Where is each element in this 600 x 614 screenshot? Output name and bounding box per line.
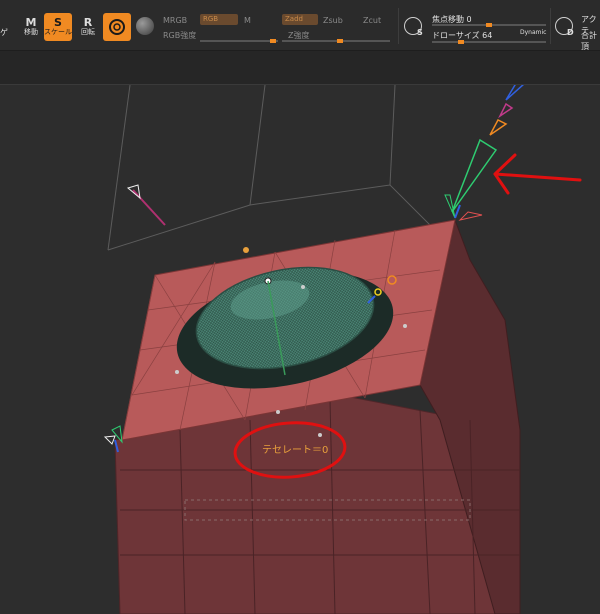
annotation-arrow (493, 153, 582, 195)
gizmo-tall-axis (451, 85, 525, 213)
draw-size-slider[interactable] (432, 40, 546, 44)
zcut-label[interactable]: Zcut (363, 16, 381, 25)
tessellate-label: テセレート＝0 (262, 445, 329, 456)
rotate-label: 回転 (81, 28, 95, 36)
gizmo-icon (109, 19, 125, 35)
scale-button[interactable]: S スケール (44, 13, 72, 41)
focal-shift-slider[interactable] (432, 23, 546, 27)
move-icon: M (25, 16, 37, 29)
rgb-intensity-slider[interactable] (200, 39, 278, 43)
mesh-scene[interactable] (0, 85, 600, 614)
move-button[interactable]: M 移動 (17, 13, 45, 41)
3d-viewport[interactable]: テセレート＝0 (0, 85, 600, 614)
material-sphere-icon[interactable] (136, 17, 154, 35)
toolbar-divider-2 (550, 8, 551, 44)
d-letter: D (567, 28, 574, 37)
top-right-cone (444, 194, 483, 221)
rotate-button[interactable]: R 回転 (74, 13, 102, 41)
top-left-cone (126, 184, 166, 226)
secondary-bar (0, 51, 600, 85)
m-label[interactable]: M (244, 16, 251, 25)
gizmo-button[interactable] (103, 13, 131, 41)
light-icon (243, 247, 249, 253)
rgb-toggle[interactable]: RGB (200, 14, 238, 25)
scale-label: スケール (44, 28, 72, 36)
dynamic-toggle[interactable]: Dynamic (520, 29, 546, 36)
rgb-intensity-label: RGB強度 (163, 31, 197, 40)
mrgb-label[interactable]: MRGB (163, 16, 187, 25)
top-toolbar: ゲ M 移動 S スケール R 回転 MRGB RGB M Zadd Zsub … (0, 0, 600, 51)
z-intensity-slider[interactable] (282, 39, 390, 43)
scale-icon: S (54, 16, 62, 29)
rotate-icon: R (83, 16, 93, 29)
total-points-label: 合計頂 (581, 31, 597, 51)
zadd-toggle[interactable]: Zadd (282, 14, 318, 25)
bounding-box (107, 85, 431, 251)
zsub-label[interactable]: Zsub (323, 16, 343, 25)
toolbar-divider (398, 8, 399, 44)
ge-label: ゲ (0, 28, 8, 37)
s-letter: S (417, 28, 423, 37)
move-label: 移動 (24, 28, 38, 36)
